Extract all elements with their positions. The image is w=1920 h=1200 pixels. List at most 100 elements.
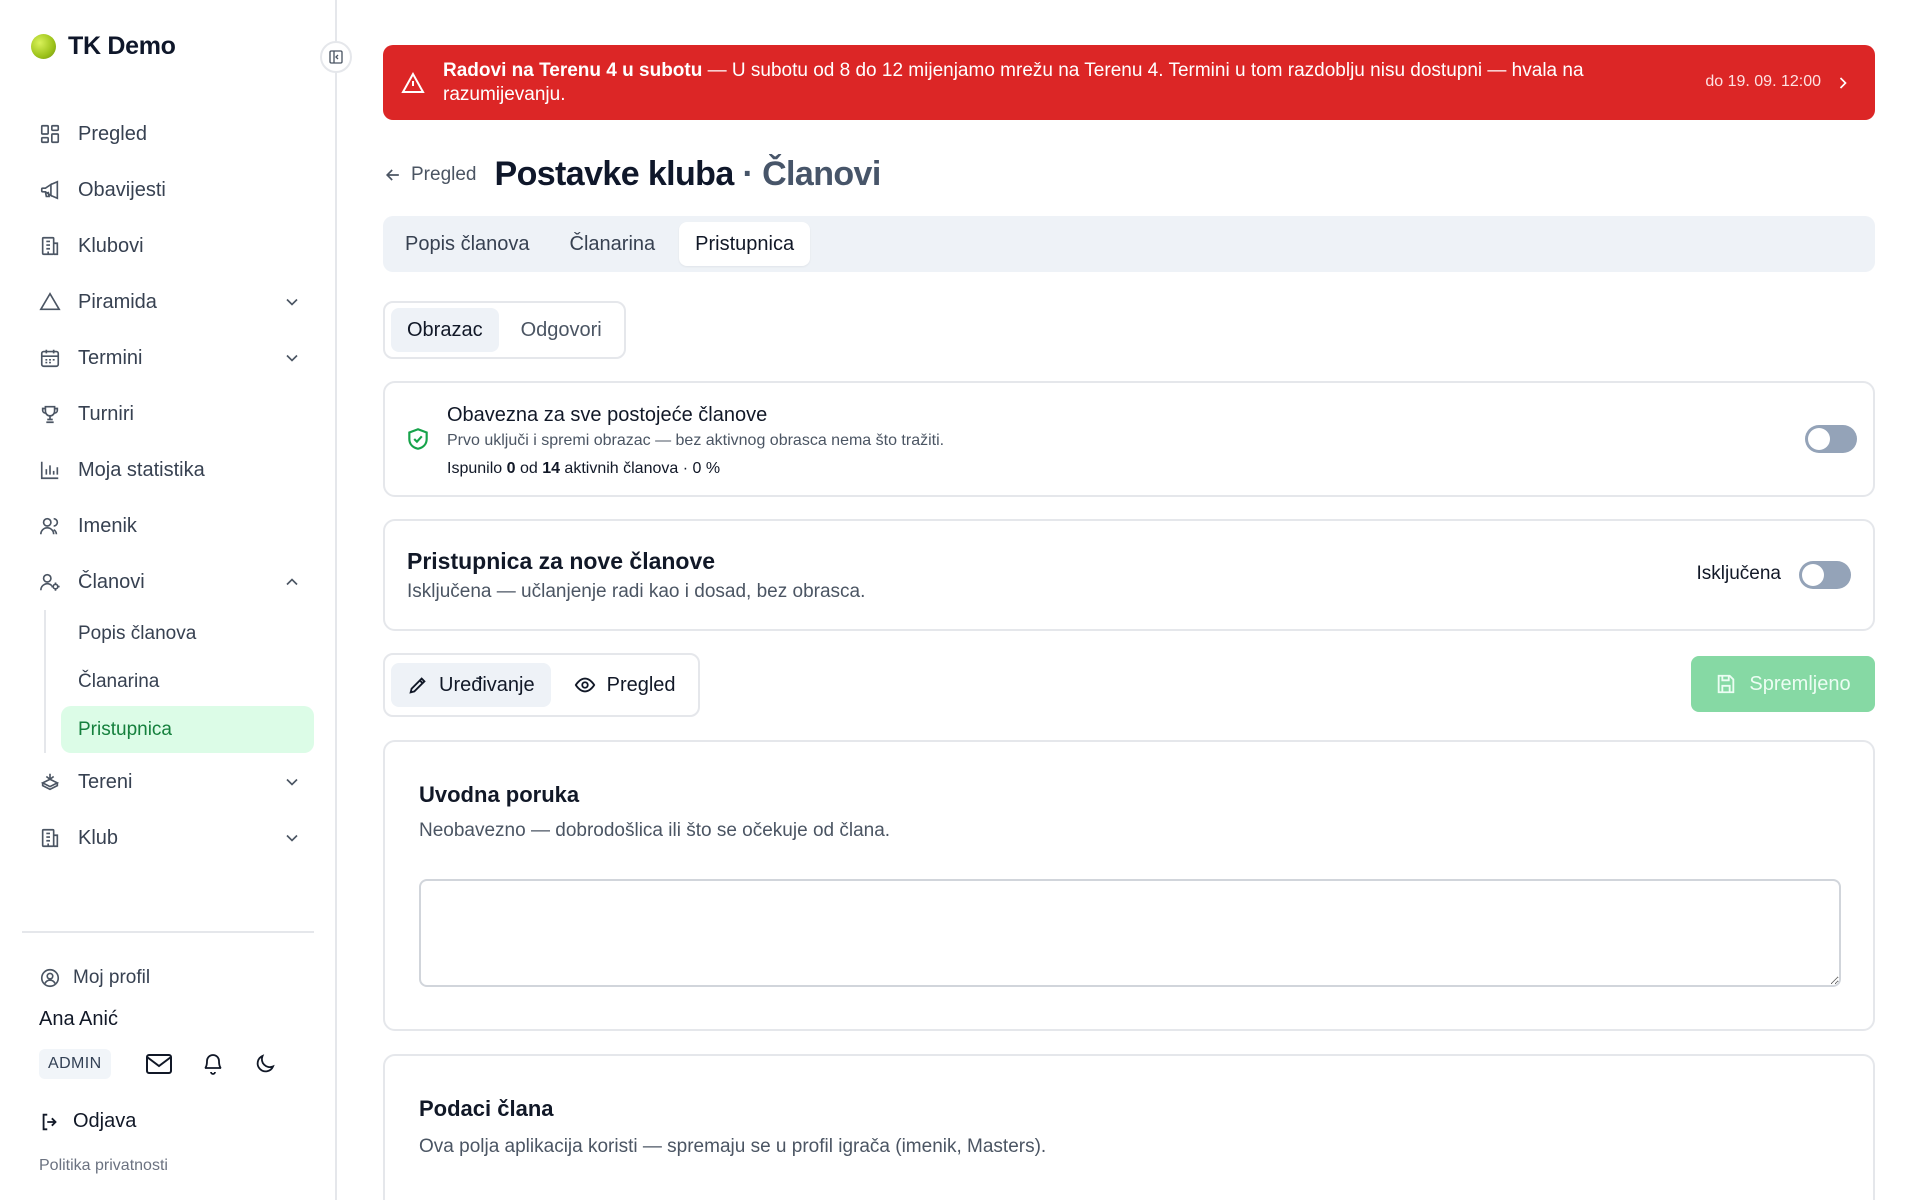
stats-prefix: Ispunilo	[447, 460, 507, 477]
sidebar-item-clanovi[interactable]: Članovi	[22, 554, 314, 610]
megaphone-icon	[40, 180, 59, 200]
role-badge: ADMIN	[39, 1049, 111, 1079]
sidebar-item-termini[interactable]: Termini	[22, 330, 314, 386]
sidebar-item-label: Imenik	[78, 514, 137, 537]
banner-text: Radovi na Terenu 4 u subotu — U subotu o…	[443, 59, 1663, 107]
messages-button[interactable]	[145, 1052, 173, 1076]
save-button[interactable]: Spremljeno	[1691, 656, 1875, 712]
sidebar-item-tereni[interactable]: Tereni	[22, 754, 314, 810]
sidebar: TK Demo Pregled Obavijesti Klubovi Piram…	[0, 0, 352, 1200]
new-members-toggle[interactable]	[1799, 561, 1851, 589]
notifications-button[interactable]	[201, 1052, 225, 1076]
announcement-banner[interactable]: Radovi na Terenu 4 u subotu — U subotu o…	[383, 45, 1875, 120]
sidebar-subitem-popis-clanova[interactable]: Popis članova	[61, 610, 314, 657]
sidebar-subitem-label: Pristupnica	[78, 718, 172, 740]
sidebar-item-klub[interactable]: Klub	[22, 810, 314, 866]
edit-mode-button[interactable]: Uređivanje	[391, 663, 551, 707]
theme-toggle-button[interactable]	[253, 1052, 277, 1076]
my-profile-link[interactable]: Moj profil	[39, 967, 150, 989]
sidebar-item-turniri[interactable]: Turniri	[22, 386, 314, 442]
stats-suffix: aktivnih članova · 0 %	[559, 460, 721, 477]
clanovi-submenu: Popis članova Članarina Pristupnica	[44, 610, 314, 753]
intro-title: Uvodna poruka	[419, 782, 580, 807]
preview-mode-button[interactable]: Pregled	[557, 663, 692, 707]
submenu-line	[44, 610, 46, 753]
sidebar-item-label: Članovi	[78, 570, 145, 593]
page-title: Postavke kluba · Članovi	[495, 155, 882, 194]
page-header: Pregled Postavke kluba · Članovi	[383, 155, 881, 194]
triangle-icon	[39, 292, 61, 311]
dashboard-icon	[40, 124, 60, 144]
calendar-icon	[40, 349, 60, 368]
logout-button[interactable]: Odjava	[39, 1110, 136, 1133]
edit-mode-label: Uređivanje	[439, 673, 535, 696]
member-data-description: Ova polja aplikacija koristi — spremaju …	[419, 1136, 1047, 1157]
brand-name: TK Demo	[68, 32, 176, 60]
stats-filled: 0	[506, 460, 516, 477]
sidebar-subitem-label: Članarina	[78, 670, 160, 692]
back-label: Pregled	[411, 163, 477, 185]
user-name: Ana Anić	[39, 1008, 118, 1030]
banner-title: Radovi na Terenu 4 u subotu	[443, 59, 703, 81]
editor-mode-switch: Uređivanje Pregled	[383, 653, 700, 717]
section-tabs: Popis članova Članarina Pristupnica	[383, 216, 1875, 272]
chevron-right-icon	[1839, 77, 1847, 89]
court-icon	[40, 773, 60, 791]
toggle-knob	[1808, 428, 1830, 450]
sidebar-item-label: Pregled	[78, 122, 147, 145]
mandatory-card: Obavezna za sve postojeće članove Prvo u…	[383, 381, 1875, 497]
sidebar-item-pregled[interactable]: Pregled	[22, 106, 314, 162]
new-members-card: Pristupnica za nove članove Isključena —…	[383, 519, 1875, 631]
sidebar-item-klubovi[interactable]: Klubovi	[22, 218, 314, 274]
sidebar-subitem-pristupnica[interactable]: Pristupnica	[61, 706, 314, 753]
sidebar-item-piramida[interactable]: Piramida	[22, 274, 314, 330]
brand[interactable]: TK Demo	[31, 32, 176, 61]
bell-icon	[204, 1054, 222, 1075]
new-members-title: Pristupnica za nove članove	[407, 548, 716, 574]
tab-pristupnica[interactable]: Pristupnica	[679, 222, 811, 266]
sidebar-item-label: Obavijesti	[78, 178, 166, 201]
new-members-description: Isključena — učlanjenje radi kao i dosad…	[407, 581, 866, 602]
toggle-knob	[1802, 564, 1824, 586]
sidebar-item-obavijesti[interactable]: Obavijesti	[22, 162, 314, 218]
logout-icon	[42, 1113, 57, 1130]
trophy-icon	[41, 405, 59, 424]
sidebar-item-moja-statistika[interactable]: Moja statistika	[22, 442, 314, 498]
tab-odgovori[interactable]: Odgovori	[505, 308, 618, 352]
eye-icon	[574, 677, 595, 693]
intro-message-input[interactable]	[419, 879, 1841, 987]
sidebar-divider	[22, 931, 314, 933]
collapse-sidebar-button[interactable]	[320, 41, 352, 73]
mandatory-toggle[interactable]	[1805, 425, 1857, 453]
arrow-left-icon	[385, 168, 399, 181]
privacy-link[interactable]: Politika privatnosti	[39, 1157, 168, 1175]
tab-obrazac[interactable]: Obrazac	[391, 308, 499, 352]
sidebar-subitem-clanarina[interactable]: Članarina	[61, 658, 314, 705]
stats-mid: od	[515, 460, 543, 477]
intro-description: Neobavezno — dobrodošlica ili što se oče…	[419, 820, 891, 841]
member-data-title: Podaci člana	[419, 1096, 554, 1121]
chevron-down-icon	[286, 778, 298, 786]
tab-popis-clanova[interactable]: Popis članova	[389, 222, 546, 266]
sidebar-item-label: Turniri	[78, 402, 134, 425]
form-view-switch: Obrazac Odgovori	[383, 301, 626, 359]
sidebar-item-label: Moja statistika	[78, 458, 205, 481]
sidebar-item-label: Piramida	[78, 290, 157, 313]
user-circle-icon	[40, 968, 60, 988]
logout-label: Odjava	[73, 1110, 137, 1132]
sidebar-collapse-icon	[329, 50, 343, 64]
sidebar-item-imenik[interactable]: Imenik	[22, 498, 314, 554]
tab-clanarina[interactable]: Članarina	[554, 222, 672, 266]
moon-icon	[256, 1054, 275, 1073]
bar-chart-icon	[40, 461, 59, 480]
back-link[interactable]: Pregled	[383, 164, 477, 186]
sidebar-item-label: Klub	[78, 826, 119, 849]
tennis-ball-logo-icon	[31, 34, 56, 59]
building-icon	[41, 236, 59, 256]
shield-check-icon	[408, 428, 428, 450]
sidebar-item-label: Klubovi	[78, 234, 144, 257]
intro-message-card: Uvodna poruka Neobavezno — dobrodošlica …	[383, 740, 1875, 1031]
mandatory-stats: Ispunilo 0 od 14 aktivnih članova · 0 %	[447, 460, 720, 478]
chevron-down-icon	[286, 834, 298, 842]
save-icon	[1718, 674, 1735, 694]
